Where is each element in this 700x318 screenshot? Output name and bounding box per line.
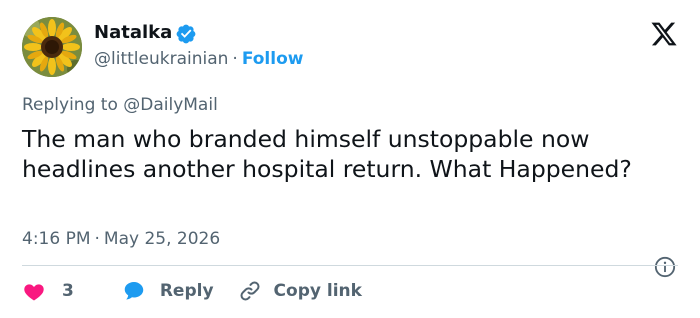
speech-bubble-icon <box>124 282 144 300</box>
like-button[interactable]: 3 <box>22 279 122 303</box>
reply-label: Reply <box>159 281 214 301</box>
heart-icon <box>24 284 44 301</box>
author-handle[interactable]: @littleukrainian <box>94 49 228 69</box>
reply-button[interactable]: Reply <box>122 279 238 303</box>
tweet-date: May 25, 2026 <box>103 229 221 249</box>
action-bar: 3 Reply Copy link <box>22 278 362 304</box>
follow-button[interactable]: Follow <box>242 49 304 69</box>
reply-prefix: Replying to <box>22 95 118 115</box>
author-name[interactable]: Natalka <box>94 22 172 43</box>
verified-badge-icon <box>176 24 196 44</box>
avatar[interactable] <box>22 17 82 77</box>
reply-mention-link[interactable]: @DailyMail <box>123 95 218 115</box>
copy-link-button[interactable]: Copy link <box>238 279 362 303</box>
tweet-timestamp[interactable]: 4:16 PM · May 25, 2026 <box>22 229 220 249</box>
divider <box>22 265 678 266</box>
x-logo-icon[interactable] <box>650 20 678 48</box>
link-icon <box>240 281 260 301</box>
sunflower-avatar <box>22 17 82 77</box>
separator-dot: · <box>94 229 100 249</box>
reply-context: Replying to @DailyMail <box>22 95 218 115</box>
like-count: 3 <box>62 281 74 301</box>
handle-row: @littleukrainian · Follow <box>94 49 303 69</box>
separator-dot: · <box>232 49 238 69</box>
info-icon[interactable] <box>654 256 676 278</box>
tweet-text: The man who branded himself unstoppable … <box>22 125 632 183</box>
tweet-time: 4:16 PM <box>22 229 91 249</box>
copy-link-label: Copy link <box>273 281 362 301</box>
